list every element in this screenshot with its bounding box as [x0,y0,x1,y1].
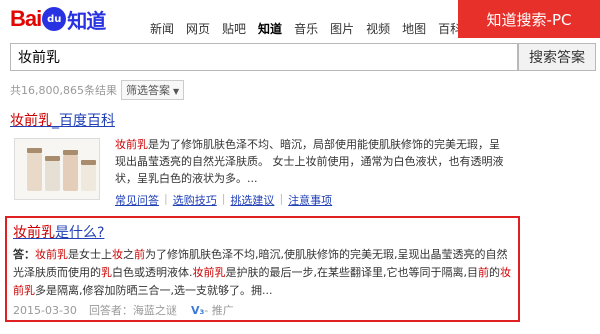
divider: | [279,192,284,205]
result-title-baike[interactable]: 妆前乳_百度百科 [10,110,115,130]
baike-sublinks: 常见问答 | 选购技巧 | 挑选建议 | 注意事项 [115,192,332,208]
answer-label: 答： [13,248,35,261]
nav-item[interactable]: 图片 [330,20,354,37]
nav-item-active[interactable]: 知道 [258,20,282,37]
snippet-text: 是女士上 [68,248,112,261]
answer-snippet: 答：妆前乳是女士上妆之前为了修饰肌肤色泽不均,暗沉,使肌肤修饰的完美无瑕,呈现出… [13,246,513,300]
divider: | [164,192,168,205]
bottle-image [81,160,96,191]
baidu-zhidao-logo[interactable]: Bai du 知道 [10,4,106,34]
caption-banner: 知道搜索-PC [458,0,600,38]
logo-bai-text: Bai [10,6,42,31]
answer-meta: 2015-03-30 回答者：海蓝之谜 V₃ - 推广 [13,302,234,318]
snippet-text: 多是隔离,修容加防晒三合一,选一支就够了。拥... [35,284,273,297]
title-keyword: 妆前乳 [13,225,55,241]
nav-item[interactable]: 新闻 [150,20,174,37]
keyword-highlight: 妆前乳 [35,248,68,261]
title-rest: 是什么? [55,225,105,241]
sublink-faq[interactable]: 常见问答 [115,192,159,208]
verified-badge-icon: V₃ [190,303,205,317]
keyword-highlight: 前 [134,248,145,261]
promo-label: - 推广 [204,304,234,317]
keyword-highlight: 妆 [112,248,123,261]
snippet-text: 之 [123,248,134,261]
keyword-highlight: 前 [478,266,489,279]
keyword-highlight: 乳 [101,266,112,279]
top-nav: 新闻 网页 贴吧 知道 音乐 图片 视频 地图 百科 文 [150,20,498,37]
result-description: 妆前乳是为了修饰肌肤色泽不均、暗沉，局部使用能使肌肤修饰的完美无瑕，呈现出晶莹透… [115,136,510,187]
bottle-image [27,148,42,191]
paw-logo-icon: du [42,7,67,31]
highlighted-answer-result: 妆前乳是什么? 答：妆前乳是女士上妆之前为了修饰肌肤色泽不均,暗沉,使肌肤修饰的… [5,216,520,322]
result-stats: 共16,800,865条结果 筛选答案 ▼ [10,80,185,100]
keyword-highlight: 妆前乳 [115,138,148,151]
title-keyword: 妆前乳 [10,113,52,129]
sublink-advice[interactable]: 挑选建议 [230,192,274,208]
nav-item[interactable]: 音乐 [294,20,318,37]
answer-date: 2015-03-30 [13,303,77,317]
filter-dropdown[interactable]: 筛选答案 ▼ [120,80,185,100]
nav-item[interactable]: 贴吧 [222,20,246,37]
chevron-down-icon: ▼ [172,87,180,96]
nav-item[interactable]: 视频 [366,20,390,37]
result-count: 共16,800,865条结果 [10,84,117,97]
keyword-highlight: 妆前乳 [192,266,226,279]
answerer[interactable]: 回答者：海蓝之谜 [89,302,177,318]
snippet-text: 是为了修饰肌肤色泽不均、暗沉，局部使用能使肌肤修饰的完美无瑕，呈现出晶莹透亮的自… [115,138,504,185]
search-input[interactable] [10,43,518,71]
search-button[interactable]: 搜索答案 [518,43,596,71]
bottle-image [45,156,60,191]
nav-item[interactable]: 网页 [186,20,210,37]
filter-label: 筛选答案 [125,84,170,97]
logo-zhidao-text: 知道 [67,8,106,33]
title-rest: _百度百科 [52,113,115,129]
bottle-image [63,150,78,191]
snippet-text: 的 [489,266,500,279]
snippet-text: 是护肤的最后一步,在某些翻译里,它也等同于隔离,目 [225,266,479,279]
result-title-question[interactable]: 妆前乳是什么? [13,222,104,242]
keyword-highlight: 乳 [24,284,35,297]
sublink-notes[interactable]: 注意事项 [288,192,332,208]
sublink-tips[interactable]: 选购技巧 [173,192,217,208]
nav-item[interactable]: 地图 [402,20,426,37]
product-thumbnail[interactable] [14,138,100,200]
divider: | [221,192,226,205]
snippet-text: 白色或透明液体. [112,266,193,279]
